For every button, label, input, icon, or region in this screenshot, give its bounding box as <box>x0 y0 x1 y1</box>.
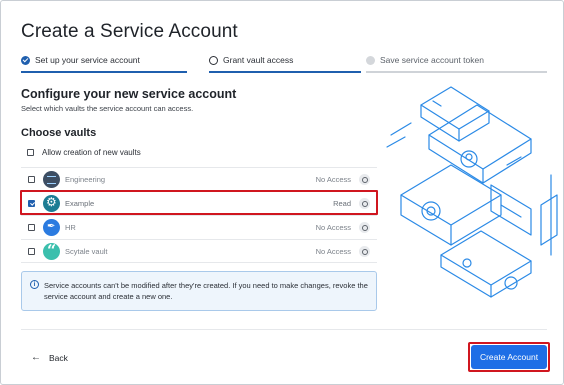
page-title: Create a Service Account <box>21 21 238 42</box>
info-icon: i <box>30 280 39 289</box>
footer-divider <box>21 329 547 330</box>
section-heading: Configure your new service account <box>21 87 237 101</box>
back-label: Back <box>49 352 68 363</box>
allow-new-vaults-checkbox[interactable]: Allow creation of new vaults <box>27 148 141 157</box>
vault-name: Engineering <box>65 175 106 184</box>
vault-row-engineering[interactable]: Engineering No Access <box>21 167 377 191</box>
arrow-left-icon: ← <box>31 352 41 363</box>
step-grant-access: Grant vault access <box>209 51 361 73</box>
pending-circle-icon <box>366 55 375 65</box>
vault-name: Example <box>65 199 95 208</box>
vault-settings-gear-icon[interactable] <box>359 174 370 185</box>
vault-checkbox[interactable] <box>28 200 35 207</box>
vault-checkbox[interactable] <box>28 176 35 183</box>
step-label: Set up your service account <box>35 55 140 65</box>
vault-name: Scytale vault <box>65 247 108 256</box>
create-account-button[interactable]: Create Account <box>471 345 547 369</box>
vault-row-example[interactable]: Example Read <box>21 191 377 215</box>
gear-vault-icon <box>43 195 60 212</box>
step-progress-bar <box>366 71 547 73</box>
vault-access-level: No Access <box>315 223 351 232</box>
vault-settings-gear-icon[interactable] <box>359 222 370 233</box>
vault-settings-gear-icon[interactable] <box>359 198 370 209</box>
quote-vault-icon <box>43 241 60 260</box>
dialog: Create a Service Account Set up your ser… <box>0 0 564 385</box>
notice-box: i Service accounts can't be modified aft… <box>21 271 377 311</box>
vault-row-scytale[interactable]: Scytale vault No Access <box>21 239 377 263</box>
step-progress-bar <box>21 71 187 73</box>
check-circle-icon <box>21 55 30 65</box>
step-label: Save service account token <box>380 55 484 65</box>
notice-text: Service accounts can't be modified after… <box>44 281 368 301</box>
vault-access-level: Read <box>333 199 351 208</box>
radio-circle-icon <box>209 55 218 65</box>
back-button[interactable]: ← Back <box>31 352 68 363</box>
vault-settings-gear-icon[interactable] <box>359 246 370 257</box>
step-label: Grant vault access <box>223 55 294 65</box>
section-subtext: Select which vaults the service account … <box>21 104 194 113</box>
vault-access-level: No Access <box>315 175 351 184</box>
vault-row-hr[interactable]: HR No Access <box>21 215 377 239</box>
step-progress-bar <box>209 71 361 73</box>
checkbox[interactable] <box>27 149 34 156</box>
vaults-heading: Choose vaults <box>21 127 97 139</box>
vault-checkbox[interactable] <box>28 248 35 255</box>
step-setup: Set up your service account <box>21 51 187 73</box>
vault-access-level: No Access <box>315 247 351 256</box>
vault-name: HR <box>65 223 76 232</box>
illustration <box>386 86 558 298</box>
stepper: Set up your service account Grant vault … <box>21 51 547 73</box>
pen-vault-icon <box>43 219 60 236</box>
vault-checkbox[interactable] <box>28 224 35 231</box>
engineering-vault-icon <box>43 171 60 188</box>
step-save-token: Save service account token <box>366 51 547 73</box>
allow-new-vaults-label: Allow creation of new vaults <box>42 148 141 157</box>
